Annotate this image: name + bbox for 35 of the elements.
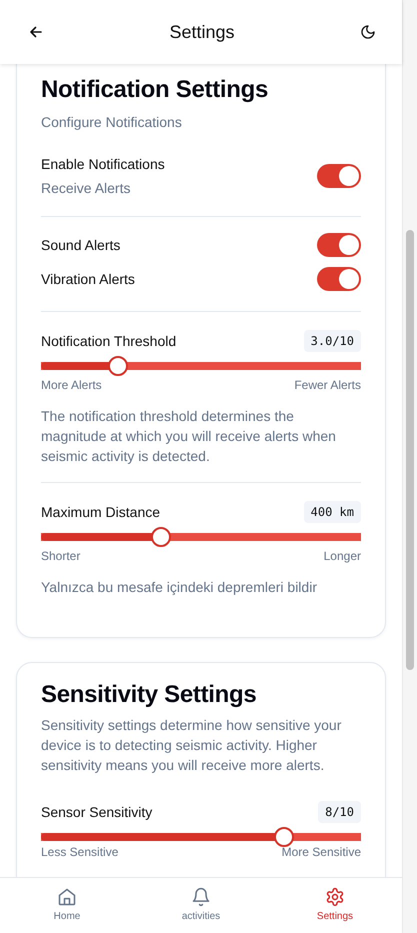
slider-label: Maximum Distance bbox=[41, 504, 160, 520]
back-arrow-icon bbox=[28, 24, 44, 40]
nav-tab[interactable]: activities bbox=[134, 878, 268, 933]
card-subtitle: Configure Notifications bbox=[41, 114, 183, 130]
card-description: Sensitivity settings determine how sensitive your device is to detecting seismic activity. Higher sensitivity means you will receive more alerts. bbox=[41, 716, 342, 775]
slider-max-label: Fewer Alerts bbox=[294, 378, 361, 392]
page-title: Settings bbox=[169, 22, 235, 42]
value-badge: 3.0/10 bbox=[304, 330, 361, 352]
slider-min-label: Shorter bbox=[41, 549, 80, 563]
setting-label: Sound Alerts bbox=[41, 237, 120, 253]
slider-description: The notification threshold determines the magnitude at which you will receive alerts when seismic activity is detected. bbox=[41, 407, 337, 466]
moon-icon bbox=[360, 24, 376, 40]
card-title: Sensitivity Settings bbox=[41, 681, 258, 709]
slider-description: Yalnızca bu mesafe içindeki depremleri bildir bbox=[41, 578, 318, 597]
toggle-switch[interactable] bbox=[317, 233, 361, 257]
home-icon bbox=[57, 887, 77, 907]
bell-icon bbox=[191, 887, 211, 907]
settings-icon bbox=[325, 887, 345, 907]
value-badge: 8/10 bbox=[318, 801, 361, 823]
setting-hint: Receive Alerts bbox=[41, 180, 132, 196]
nav-tab[interactable]: Home bbox=[0, 878, 134, 933]
slider-max-label: Longer bbox=[324, 549, 361, 563]
slider-max-label: More Sensitive bbox=[282, 845, 361, 859]
slider-label: Sensor Sensitivity bbox=[41, 804, 152, 820]
setting-label: Enable Notifications bbox=[41, 156, 165, 172]
slider-min-label: More Alerts bbox=[41, 378, 102, 392]
toggle-switch[interactable] bbox=[317, 164, 361, 188]
card-title: Notification Settings bbox=[41, 76, 270, 104]
value-badge: 400 km bbox=[304, 501, 361, 523]
slider-min-label: Less Sensitive bbox=[41, 845, 118, 859]
slider-label: Notification Threshold bbox=[41, 333, 176, 349]
scrollbar[interactable] bbox=[402, 0, 417, 933]
nav-tab[interactable]: Settings bbox=[268, 878, 402, 933]
toggle-switch[interactable] bbox=[317, 267, 361, 291]
setting-label: Vibration Alerts bbox=[41, 271, 135, 287]
